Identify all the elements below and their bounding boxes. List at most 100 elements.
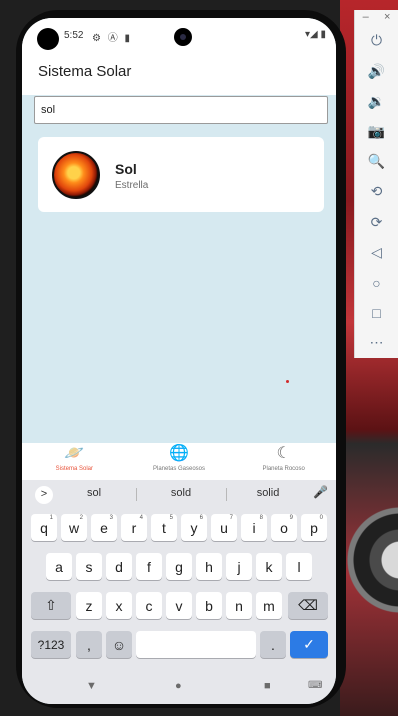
suggestion-bar: > sol sold solid 🎤 — [22, 480, 336, 508]
page-title: Sistema Solar — [38, 63, 132, 80]
key-l[interactable]: l — [286, 553, 312, 580]
key-label: r — [131, 519, 137, 536]
key-t[interactable]: t5 — [151, 514, 177, 541]
key-n[interactable]: n — [226, 592, 252, 619]
key-k[interactable]: k — [256, 553, 282, 580]
comma-key[interactable]: , — [76, 631, 102, 658]
emoji-key[interactable]: ☺ — [106, 631, 132, 658]
key-a[interactable]: a — [46, 553, 72, 580]
screenshot-button[interactable]: 📷 — [355, 116, 398, 146]
tab-label: Sistema Solar — [55, 466, 94, 472]
key-number: 9 — [289, 515, 293, 521]
key-q[interactable]: q1 — [31, 514, 57, 541]
recents-icon[interactable]: ■ — [264, 680, 271, 692]
shift-key[interactable]: ⇧ — [31, 592, 71, 619]
key-label: u — [220, 519, 228, 536]
key-o[interactable]: o9 — [271, 514, 297, 541]
key-h[interactable]: h — [196, 553, 222, 580]
emulator-window-buttons: – × — [355, 10, 398, 26]
space-key[interactable] — [136, 631, 256, 658]
keyboard-row-3: ⇧ z x c v b n m ⌫ — [22, 592, 336, 620]
item-subtitle: Estrella — [115, 180, 149, 191]
key-number: 6 — [199, 515, 203, 521]
rotate-left-button[interactable]: ⟲ — [355, 177, 398, 207]
suggestion-divider — [136, 488, 137, 501]
sun-image — [52, 151, 100, 199]
tab-planetas-gaseosos[interactable]: 🌐 Planetas Gaseosos — [127, 443, 232, 480]
system-navigation-bar: ▼ ● ■ ⌨ — [22, 672, 336, 704]
volume-up-button[interactable]: 🔊 — [355, 56, 398, 86]
moon-icon: ☾ — [276, 445, 291, 462]
keyboard-switch-icon[interactable]: ⌨ — [308, 680, 322, 691]
more-button[interactable]: ⋯ — [355, 328, 398, 358]
globe-icon: 🌐 — [169, 445, 189, 462]
key-number: 5 — [169, 515, 173, 521]
zoom-button[interactable]: 🔍 — [355, 147, 398, 177]
key-r[interactable]: r4 — [121, 514, 147, 541]
suggestion-item[interactable]: sold — [151, 487, 211, 499]
touch-indicator — [286, 380, 289, 383]
key-y[interactable]: y6 — [181, 514, 207, 541]
key-number: 3 — [109, 515, 113, 521]
signal-battery-icons: ▾◢ ▮ — [305, 29, 326, 40]
key-c[interactable]: c — [136, 592, 162, 619]
expand-suggestions-button[interactable]: > — [35, 486, 53, 504]
suggestion-item[interactable]: sol — [64, 487, 124, 499]
key-label: p — [310, 519, 318, 536]
key-number: 4 — [139, 515, 143, 521]
key-p[interactable]: p0 — [301, 514, 327, 541]
keyboard-row-2: a s d f g h j k l — [22, 553, 336, 581]
key-f[interactable]: f — [136, 553, 162, 580]
key-label: q — [40, 519, 48, 536]
phone-screen: 5:52 ⚙ Ⓐ ▮ ▾◢ ▮ Sistema Solar Sol Estrel… — [22, 18, 336, 704]
volume-down-button[interactable]: 🔉 — [355, 86, 398, 116]
camera-cutout — [37, 28, 59, 50]
tab-sistema-solar[interactable]: 🪐 Sistema Solar — [22, 443, 127, 480]
key-v[interactable]: v — [166, 592, 192, 619]
key-x[interactable]: x — [106, 592, 132, 619]
tab-label: Planetas Gaseosos — [152, 466, 206, 472]
key-u[interactable]: u7 — [211, 514, 237, 541]
key-w[interactable]: w2 — [61, 514, 87, 541]
microphone-icon[interactable]: 🎤 — [313, 485, 328, 499]
key-number: 7 — [229, 515, 233, 521]
key-j[interactable]: j — [226, 553, 252, 580]
emulator-toolbar: – × ⏻ 🔊 🔉 📷 🔍 ⟲ ⟳ ◁ ○ □ ⋯ — [354, 10, 398, 358]
close-button[interactable]: × — [384, 11, 390, 26]
key-label: t — [162, 519, 166, 536]
back-button[interactable]: ◁ — [355, 237, 398, 267]
key-d[interactable]: d — [106, 553, 132, 580]
key-m[interactable]: m — [256, 592, 282, 619]
key-label: e — [100, 519, 108, 536]
soft-keyboard: > sol sold solid 🎤 q1 w2 e3 r4 t5 y6 u7 … — [22, 480, 336, 672]
list-item[interactable]: Sol Estrella — [38, 137, 324, 212]
key-label: i — [252, 519, 256, 536]
power-button[interactable]: ⏻ — [355, 26, 398, 56]
key-number: 0 — [319, 515, 323, 521]
minimize-button[interactable]: – — [363, 11, 369, 26]
key-z[interactable]: z — [76, 592, 102, 619]
back-icon[interactable]: ▼ — [86, 680, 97, 692]
key-i[interactable]: i8 — [241, 514, 267, 541]
enter-key[interactable]: ✓ — [290, 631, 328, 658]
bottom-navigation: 🪐 Sistema Solar 🌐 Planetas Gaseosos ☾ Pl… — [22, 443, 336, 480]
search-input[interactable] — [34, 96, 328, 124]
key-g[interactable]: g — [166, 553, 192, 580]
home-icon[interactable]: ● — [175, 680, 182, 692]
rotate-right-button[interactable]: ⟳ — [355, 207, 398, 237]
symbols-key[interactable]: ?123 — [31, 631, 71, 658]
tab-planeta-rocoso[interactable]: ☾ Planeta Rocoso — [231, 443, 336, 480]
backspace-key[interactable]: ⌫ — [288, 592, 328, 619]
key-s[interactable]: s — [76, 553, 102, 580]
key-number: 8 — [259, 515, 263, 521]
item-title: Sol — [115, 161, 137, 177]
overview-button[interactable]: □ — [355, 298, 398, 328]
home-button[interactable]: ○ — [355, 267, 398, 297]
suggestion-divider — [226, 488, 227, 501]
key-b[interactable]: b — [196, 592, 222, 619]
suggestion-item[interactable]: solid — [238, 487, 298, 499]
status-time: 5:52 — [64, 30, 84, 41]
key-e[interactable]: e3 — [91, 514, 117, 541]
app-bar: 5:52 ⚙ Ⓐ ▮ ▾◢ ▮ Sistema Solar — [22, 18, 336, 95]
period-key[interactable]: . — [260, 631, 286, 658]
